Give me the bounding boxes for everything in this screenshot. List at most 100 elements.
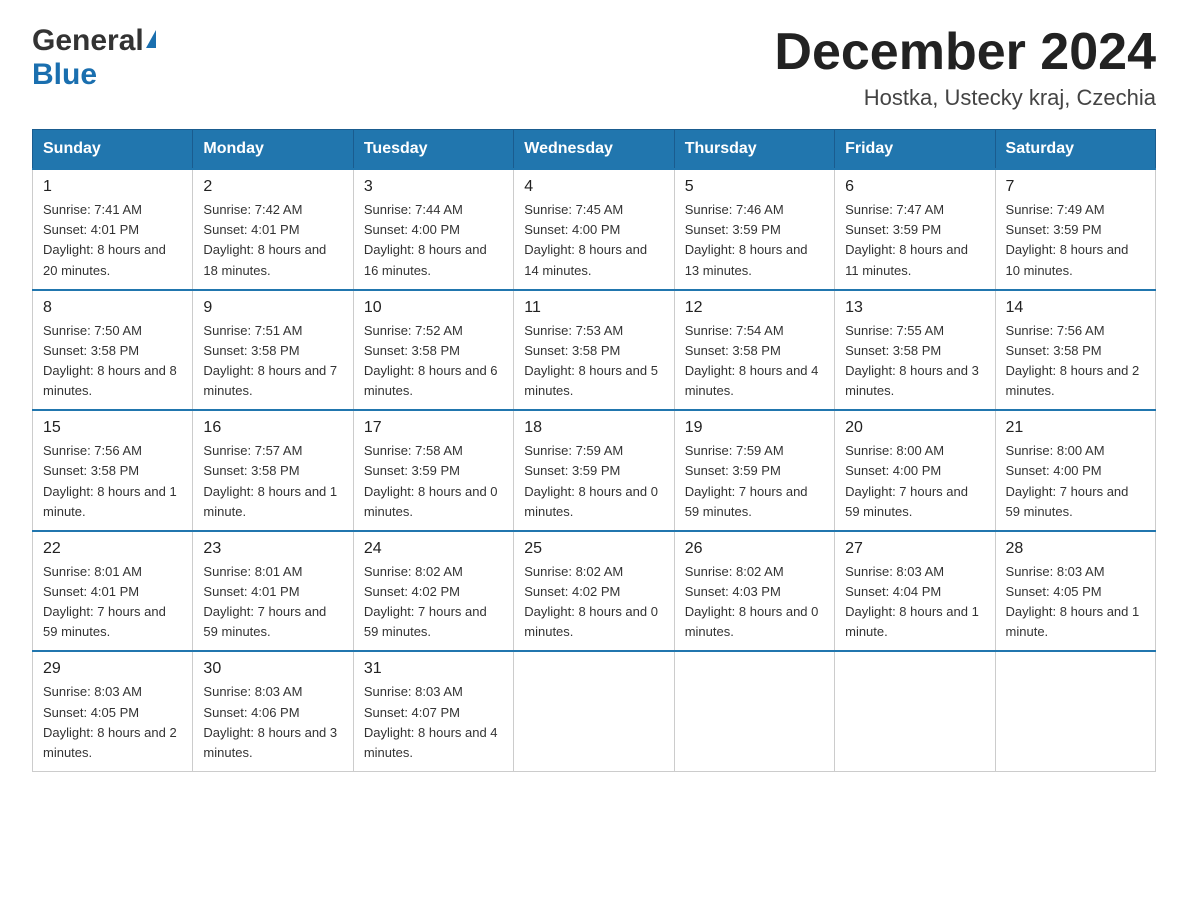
- header-day-wednesday: Wednesday: [514, 130, 674, 170]
- day-info: Sunrise: 8:00 AMSunset: 4:00 PMDaylight:…: [845, 441, 984, 522]
- day-info: Sunrise: 7:47 AMSunset: 3:59 PMDaylight:…: [845, 200, 984, 281]
- calendar-cell: 20 Sunrise: 8:00 AMSunset: 4:00 PMDaylig…: [835, 410, 995, 531]
- day-info: Sunrise: 7:46 AMSunset: 3:59 PMDaylight:…: [685, 200, 824, 281]
- week-row-1: 1 Sunrise: 7:41 AMSunset: 4:01 PMDayligh…: [33, 169, 1156, 290]
- day-number: 15: [43, 419, 182, 437]
- day-number: 22: [43, 540, 182, 558]
- day-info: Sunrise: 7:53 AMSunset: 3:58 PMDaylight:…: [524, 321, 663, 402]
- day-number: 14: [1006, 299, 1145, 317]
- calendar-cell: 29 Sunrise: 8:03 AMSunset: 4:05 PMDaylig…: [33, 651, 193, 771]
- day-number: 16: [203, 419, 342, 437]
- day-info: Sunrise: 8:01 AMSunset: 4:01 PMDaylight:…: [43, 562, 182, 643]
- day-info: Sunrise: 7:59 AMSunset: 3:59 PMDaylight:…: [524, 441, 663, 522]
- day-info: Sunrise: 7:56 AMSunset: 3:58 PMDaylight:…: [1006, 321, 1145, 402]
- day-number: 19: [685, 419, 824, 437]
- title-block: December 2024 Hostka, Ustecky kraj, Czec…: [774, 24, 1156, 111]
- day-info: Sunrise: 8:03 AMSunset: 4:05 PMDaylight:…: [1006, 562, 1145, 643]
- header-row: SundayMondayTuesdayWednesdayThursdayFrid…: [33, 130, 1156, 170]
- day-info: Sunrise: 8:00 AMSunset: 4:00 PMDaylight:…: [1006, 441, 1145, 522]
- day-info: Sunrise: 8:03 AMSunset: 4:05 PMDaylight:…: [43, 682, 182, 763]
- day-info: Sunrise: 8:03 AMSunset: 4:06 PMDaylight:…: [203, 682, 342, 763]
- calendar-cell: 1 Sunrise: 7:41 AMSunset: 4:01 PMDayligh…: [33, 169, 193, 290]
- day-number: 27: [845, 540, 984, 558]
- header-day-sunday: Sunday: [33, 130, 193, 170]
- calendar-cell: [835, 651, 995, 771]
- day-number: 17: [364, 419, 503, 437]
- day-info: Sunrise: 7:55 AMSunset: 3:58 PMDaylight:…: [845, 321, 984, 402]
- calendar-cell: 21 Sunrise: 8:00 AMSunset: 4:00 PMDaylig…: [995, 410, 1155, 531]
- logo-blue-text: Blue: [32, 58, 97, 92]
- week-row-3: 15 Sunrise: 7:56 AMSunset: 3:58 PMDaylig…: [33, 410, 1156, 531]
- calendar-cell: 9 Sunrise: 7:51 AMSunset: 3:58 PMDayligh…: [193, 290, 353, 411]
- day-number: 28: [1006, 540, 1145, 558]
- header-day-monday: Monday: [193, 130, 353, 170]
- day-info: Sunrise: 7:41 AMSunset: 4:01 PMDaylight:…: [43, 200, 182, 281]
- calendar-cell: 5 Sunrise: 7:46 AMSunset: 3:59 PMDayligh…: [674, 169, 834, 290]
- calendar-cell: 11 Sunrise: 7:53 AMSunset: 3:58 PMDaylig…: [514, 290, 674, 411]
- calendar-cell: 3 Sunrise: 7:44 AMSunset: 4:00 PMDayligh…: [353, 169, 513, 290]
- header: General Blue December 2024 Hostka, Ustec…: [32, 24, 1156, 111]
- logo-triangle-icon: [146, 30, 156, 48]
- day-info: Sunrise: 7:44 AMSunset: 4:00 PMDaylight:…: [364, 200, 503, 281]
- day-number: 9: [203, 299, 342, 317]
- day-info: Sunrise: 8:02 AMSunset: 4:03 PMDaylight:…: [685, 562, 824, 643]
- day-info: Sunrise: 7:50 AMSunset: 3:58 PMDaylight:…: [43, 321, 182, 402]
- header-day-tuesday: Tuesday: [353, 130, 513, 170]
- calendar-cell: 12 Sunrise: 7:54 AMSunset: 3:58 PMDaylig…: [674, 290, 834, 411]
- calendar-cell: 16 Sunrise: 7:57 AMSunset: 3:58 PMDaylig…: [193, 410, 353, 531]
- day-info: Sunrise: 7:54 AMSunset: 3:58 PMDaylight:…: [685, 321, 824, 402]
- calendar-cell: 17 Sunrise: 7:58 AMSunset: 3:59 PMDaylig…: [353, 410, 513, 531]
- day-info: Sunrise: 7:51 AMSunset: 3:58 PMDaylight:…: [203, 321, 342, 402]
- day-number: 18: [524, 419, 663, 437]
- day-info: Sunrise: 8:01 AMSunset: 4:01 PMDaylight:…: [203, 562, 342, 643]
- calendar-cell: 13 Sunrise: 7:55 AMSunset: 3:58 PMDaylig…: [835, 290, 995, 411]
- week-row-4: 22 Sunrise: 8:01 AMSunset: 4:01 PMDaylig…: [33, 531, 1156, 652]
- calendar-cell: [995, 651, 1155, 771]
- calendar-cell: 10 Sunrise: 7:52 AMSunset: 3:58 PMDaylig…: [353, 290, 513, 411]
- calendar-cell: 6 Sunrise: 7:47 AMSunset: 3:59 PMDayligh…: [835, 169, 995, 290]
- logo-general-text: General: [32, 24, 144, 58]
- day-number: 23: [203, 540, 342, 558]
- day-number: 2: [203, 178, 342, 196]
- day-info: Sunrise: 8:03 AMSunset: 4:04 PMDaylight:…: [845, 562, 984, 643]
- calendar-cell: 26 Sunrise: 8:02 AMSunset: 4:03 PMDaylig…: [674, 531, 834, 652]
- calendar-cell: 4 Sunrise: 7:45 AMSunset: 4:00 PMDayligh…: [514, 169, 674, 290]
- calendar-body: 1 Sunrise: 7:41 AMSunset: 4:01 PMDayligh…: [33, 169, 1156, 771]
- day-info: Sunrise: 8:02 AMSunset: 4:02 PMDaylight:…: [364, 562, 503, 643]
- day-number: 1: [43, 178, 182, 196]
- day-info: Sunrise: 8:02 AMSunset: 4:02 PMDaylight:…: [524, 562, 663, 643]
- calendar-cell: 24 Sunrise: 8:02 AMSunset: 4:02 PMDaylig…: [353, 531, 513, 652]
- calendar-cell: 31 Sunrise: 8:03 AMSunset: 4:07 PMDaylig…: [353, 651, 513, 771]
- day-number: 21: [1006, 419, 1145, 437]
- day-number: 24: [364, 540, 503, 558]
- calendar-cell: 28 Sunrise: 8:03 AMSunset: 4:05 PMDaylig…: [995, 531, 1155, 652]
- calendar-table: SundayMondayTuesdayWednesdayThursdayFrid…: [32, 129, 1156, 772]
- day-info: Sunrise: 7:45 AMSunset: 4:00 PMDaylight:…: [524, 200, 663, 281]
- calendar-cell: [674, 651, 834, 771]
- calendar-cell: 8 Sunrise: 7:50 AMSunset: 3:58 PMDayligh…: [33, 290, 193, 411]
- day-number: 7: [1006, 178, 1145, 196]
- day-number: 12: [685, 299, 824, 317]
- header-day-friday: Friday: [835, 130, 995, 170]
- calendar-cell: 19 Sunrise: 7:59 AMSunset: 3:59 PMDaylig…: [674, 410, 834, 531]
- day-info: Sunrise: 8:03 AMSunset: 4:07 PMDaylight:…: [364, 682, 503, 763]
- header-day-saturday: Saturday: [995, 130, 1155, 170]
- day-number: 4: [524, 178, 663, 196]
- day-info: Sunrise: 7:42 AMSunset: 4:01 PMDaylight:…: [203, 200, 342, 281]
- day-info: Sunrise: 7:59 AMSunset: 3:59 PMDaylight:…: [685, 441, 824, 522]
- day-number: 29: [43, 660, 182, 678]
- calendar-cell: 27 Sunrise: 8:03 AMSunset: 4:04 PMDaylig…: [835, 531, 995, 652]
- calendar-cell: 7 Sunrise: 7:49 AMSunset: 3:59 PMDayligh…: [995, 169, 1155, 290]
- day-number: 25: [524, 540, 663, 558]
- day-info: Sunrise: 7:58 AMSunset: 3:59 PMDaylight:…: [364, 441, 503, 522]
- calendar-cell: 18 Sunrise: 7:59 AMSunset: 3:59 PMDaylig…: [514, 410, 674, 531]
- day-info: Sunrise: 7:49 AMSunset: 3:59 PMDaylight:…: [1006, 200, 1145, 281]
- location-title: Hostka, Ustecky kraj, Czechia: [774, 85, 1156, 111]
- day-number: 10: [364, 299, 503, 317]
- calendar-header: SundayMondayTuesdayWednesdayThursdayFrid…: [33, 130, 1156, 170]
- header-day-thursday: Thursday: [674, 130, 834, 170]
- day-number: 13: [845, 299, 984, 317]
- day-number: 6: [845, 178, 984, 196]
- day-number: 5: [685, 178, 824, 196]
- day-number: 8: [43, 299, 182, 317]
